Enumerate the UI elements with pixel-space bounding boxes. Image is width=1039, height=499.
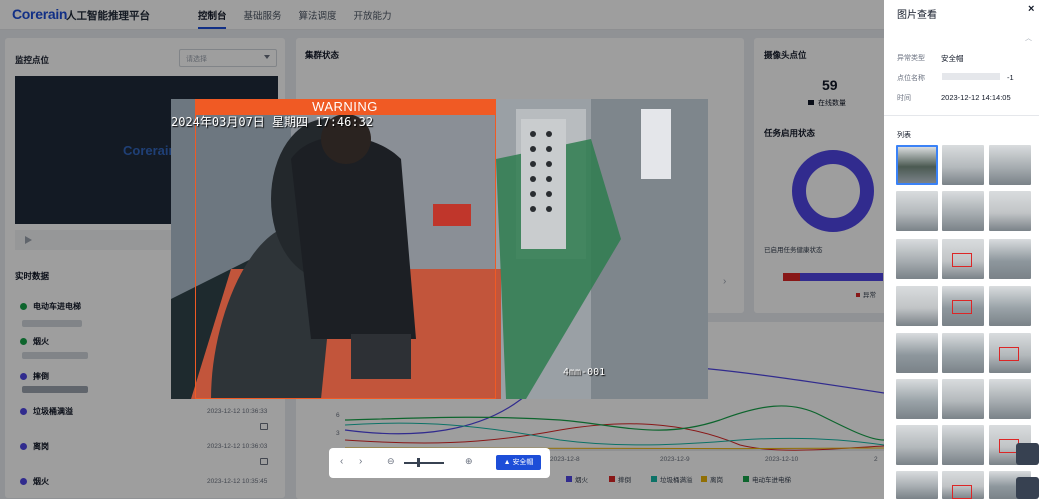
thumbnail[interactable] [989,145,1031,185]
thumbnail[interactable] [989,333,1031,373]
field-value: -1 [1007,73,1014,82]
tag-button[interactable]: ▲ 安全帽 [496,455,541,470]
thumbnail[interactable] [942,145,984,185]
thumbnail[interactable] [896,286,938,326]
side-tool-button[interactable] [1016,443,1039,465]
thumbnail[interactable] [942,379,984,419]
osd-datetime: 2024年03月07日 星期四 17:46:32 [171,115,374,129]
osd-camera-name: 4mm-001 [563,367,606,378]
detection-mark [999,347,1019,361]
thumbnail[interactable] [989,239,1031,279]
zoom-slider[interactable] [404,462,444,464]
thumbnail[interactable] [896,333,938,373]
thumbnail[interactable] [942,191,984,231]
field-label: 异常类型 [897,55,925,62]
detection-mark [952,485,972,499]
thumbnail[interactable] [942,471,984,499]
thumbnail[interactable] [896,379,938,419]
zoom-in-icon[interactable]: ⊕ [465,456,473,467]
image-toolbar: ‹ › ⊖ ⊕ ▲ 安全帽 [329,448,550,478]
thumbnail[interactable] [896,239,938,279]
divider [884,115,1039,116]
zoom-handle[interactable] [417,458,420,467]
tag-label: 安全帽 [512,459,534,466]
preview-image[interactable]: WARNING 2024年03月07日 星期四 17:46:32 4mm-001 [171,99,708,399]
zoom-out-icon[interactable]: ⊖ [387,456,395,467]
thumbnail[interactable] [942,239,984,279]
thumbnail[interactable] [942,286,984,326]
thumbnail[interactable] [989,191,1031,231]
prev-icon[interactable]: ‹ [340,456,343,467]
thumbnail[interactable] [989,286,1031,326]
thumbnail[interactable] [942,333,984,373]
thumbnail[interactable] [989,379,1031,419]
thumbnail[interactable] [896,471,938,499]
next-icon[interactable]: › [359,456,362,467]
thumbnail[interactable] [896,425,938,465]
image-viewer-drawer: 图片查看 × ︿ 异常类型 安全帽 点位名称 -1 时间 2023-12-12 … [884,0,1039,499]
field-label: 点位名称 [897,75,925,82]
chevron-up-icon[interactable]: ︿ [1025,33,1032,43]
side-tool-button[interactable] [1016,477,1039,499]
detection-mark [952,300,972,314]
drawer-title: 图片查看 [897,10,937,21]
thumbnail[interactable] [896,145,938,185]
detection-box [195,99,496,399]
blurred-text [942,73,1000,80]
thumbnail[interactable] [896,191,938,231]
close-icon[interactable]: × [1028,3,1034,15]
field-label: 时间 [897,95,911,102]
detection-mark [952,253,972,267]
thumbnail[interactable] [942,425,984,465]
field-value: 安全帽 [941,54,964,63]
field-value: 2023-12-12 14:14:05 [941,93,1011,102]
list-title: 列表 [897,132,911,139]
